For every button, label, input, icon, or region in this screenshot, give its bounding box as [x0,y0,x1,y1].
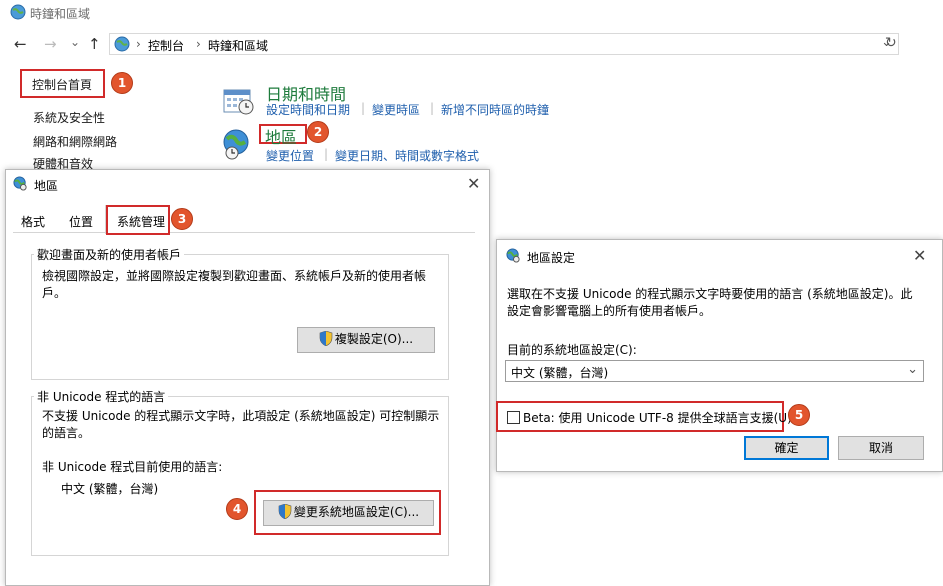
copy-settings-label: 複製設定(O)... [334,332,414,346]
change-system-locale-label: 變更系統地區設定(C)... [293,505,420,519]
region-dialog-title: 地區 [34,179,59,193]
current-language-value: 中文 (繁體，台灣) [61,482,159,496]
globe-icon [13,176,27,191]
breadcrumb-clock-region[interactable]: 時鐘和區域 [208,37,268,54]
unicode-group-label: 非 Unicode 程式的語言 [34,388,169,405]
region-heading[interactable]: 地區 [265,124,297,148]
link-divider: | [430,101,435,115]
address-bar[interactable]: › 控制台 › 時鐘和區域 ⌄ [109,33,899,55]
step-badge-4: 4 [226,498,248,520]
locale-dialog-title: 地區設定 [527,251,576,265]
up-button[interactable]: ↑ [88,35,101,53]
breadcrumb-separator: › [136,37,141,51]
link-divider: | [324,147,329,161]
control-panel-icon [114,36,130,52]
globe-clock-icon [223,129,249,160]
globe-icon [506,248,520,263]
chevron-down-icon: ⌄ [907,362,918,377]
change-system-locale-button[interactable]: 變更系統地區設定(C)... [263,500,434,526]
sidebar-item-security[interactable]: 系統及安全性 [33,109,105,126]
utf8-beta-checkbox[interactable] [507,411,520,424]
change-timezone-link[interactable]: 變更時區 [372,101,420,118]
step-badge-3: 3 [171,208,193,230]
back-button[interactable]: ← [14,35,27,53]
link-divider: | [361,101,366,115]
clock-globe-icon [10,4,26,20]
current-locale-label: 目前的系統地區設定(C): [507,343,637,357]
tab-administrative[interactable]: 系統管理 [109,209,173,234]
uac-shield-icon [278,504,292,519]
close-icon[interactable]: ✕ [467,176,480,192]
welcome-description: 檢視國際設定，並將國際設定複製到歡迎畫面、系統帳戶及新的使用者帳戶。 [42,269,427,300]
tab-location[interactable]: 位置 [61,209,101,234]
copy-settings-button[interactable]: 複製設定(O)... [297,327,435,353]
system-locale-value: 中文 (繁體，台灣) [511,366,609,380]
welcome-group-label: 歡迎畫面及新的使用者帳戶 [34,246,185,263]
step-badge-2: 2 [307,121,329,143]
add-clocks-link[interactable]: 新增不同時區的時鐘 [441,101,549,118]
change-format-link[interactable]: 變更日期、時間或數字格式 [335,147,479,164]
unicode-description: 不支援 Unicode 的程式顯示文字時，此項設定 (系統地區設定) 可控制顯示… [42,409,440,440]
utf8-beta-label[interactable]: Beta: 使用 Unicode UTF-8 提供全球語言支援(U) [523,409,792,426]
cancel-button[interactable]: 取消 [838,436,924,460]
set-time-date-link[interactable]: 設定時間和日期 [266,101,350,118]
current-language-label: 非 Unicode 程式目前使用的語言: [42,460,223,474]
sidebar-item-network[interactable]: 網路和網際網路 [33,133,117,150]
breadcrumb-separator: › [196,37,201,51]
locale-description: 選取在不支援 Unicode 的程式顯示文字時要使用的語言 (系統地區設定)。此… [507,287,913,318]
window-title: 時鐘和區域 [30,7,91,21]
step-badge-1: 1 [111,72,133,94]
recent-locations-button[interactable]: ⌄ [70,33,80,51]
forward-button[interactable]: → [44,35,57,53]
uac-shield-icon [319,331,333,346]
ok-button[interactable]: 確定 [744,436,829,460]
step-badge-5: 5 [788,404,810,426]
calendar-clock-icon [223,89,254,115]
close-icon[interactable]: ✕ [913,248,926,264]
sidebar-item-home[interactable]: 控制台首頁 [32,76,92,93]
system-locale-select[interactable]: 中文 (繁體，台灣) ⌄ [505,360,924,382]
change-location-link[interactable]: 變更位置 [266,147,314,164]
refresh-button[interactable]: ↻ [885,35,897,51]
breadcrumb-control-panel[interactable]: 控制台 [148,37,184,54]
tab-formats[interactable]: 格式 [13,209,53,234]
